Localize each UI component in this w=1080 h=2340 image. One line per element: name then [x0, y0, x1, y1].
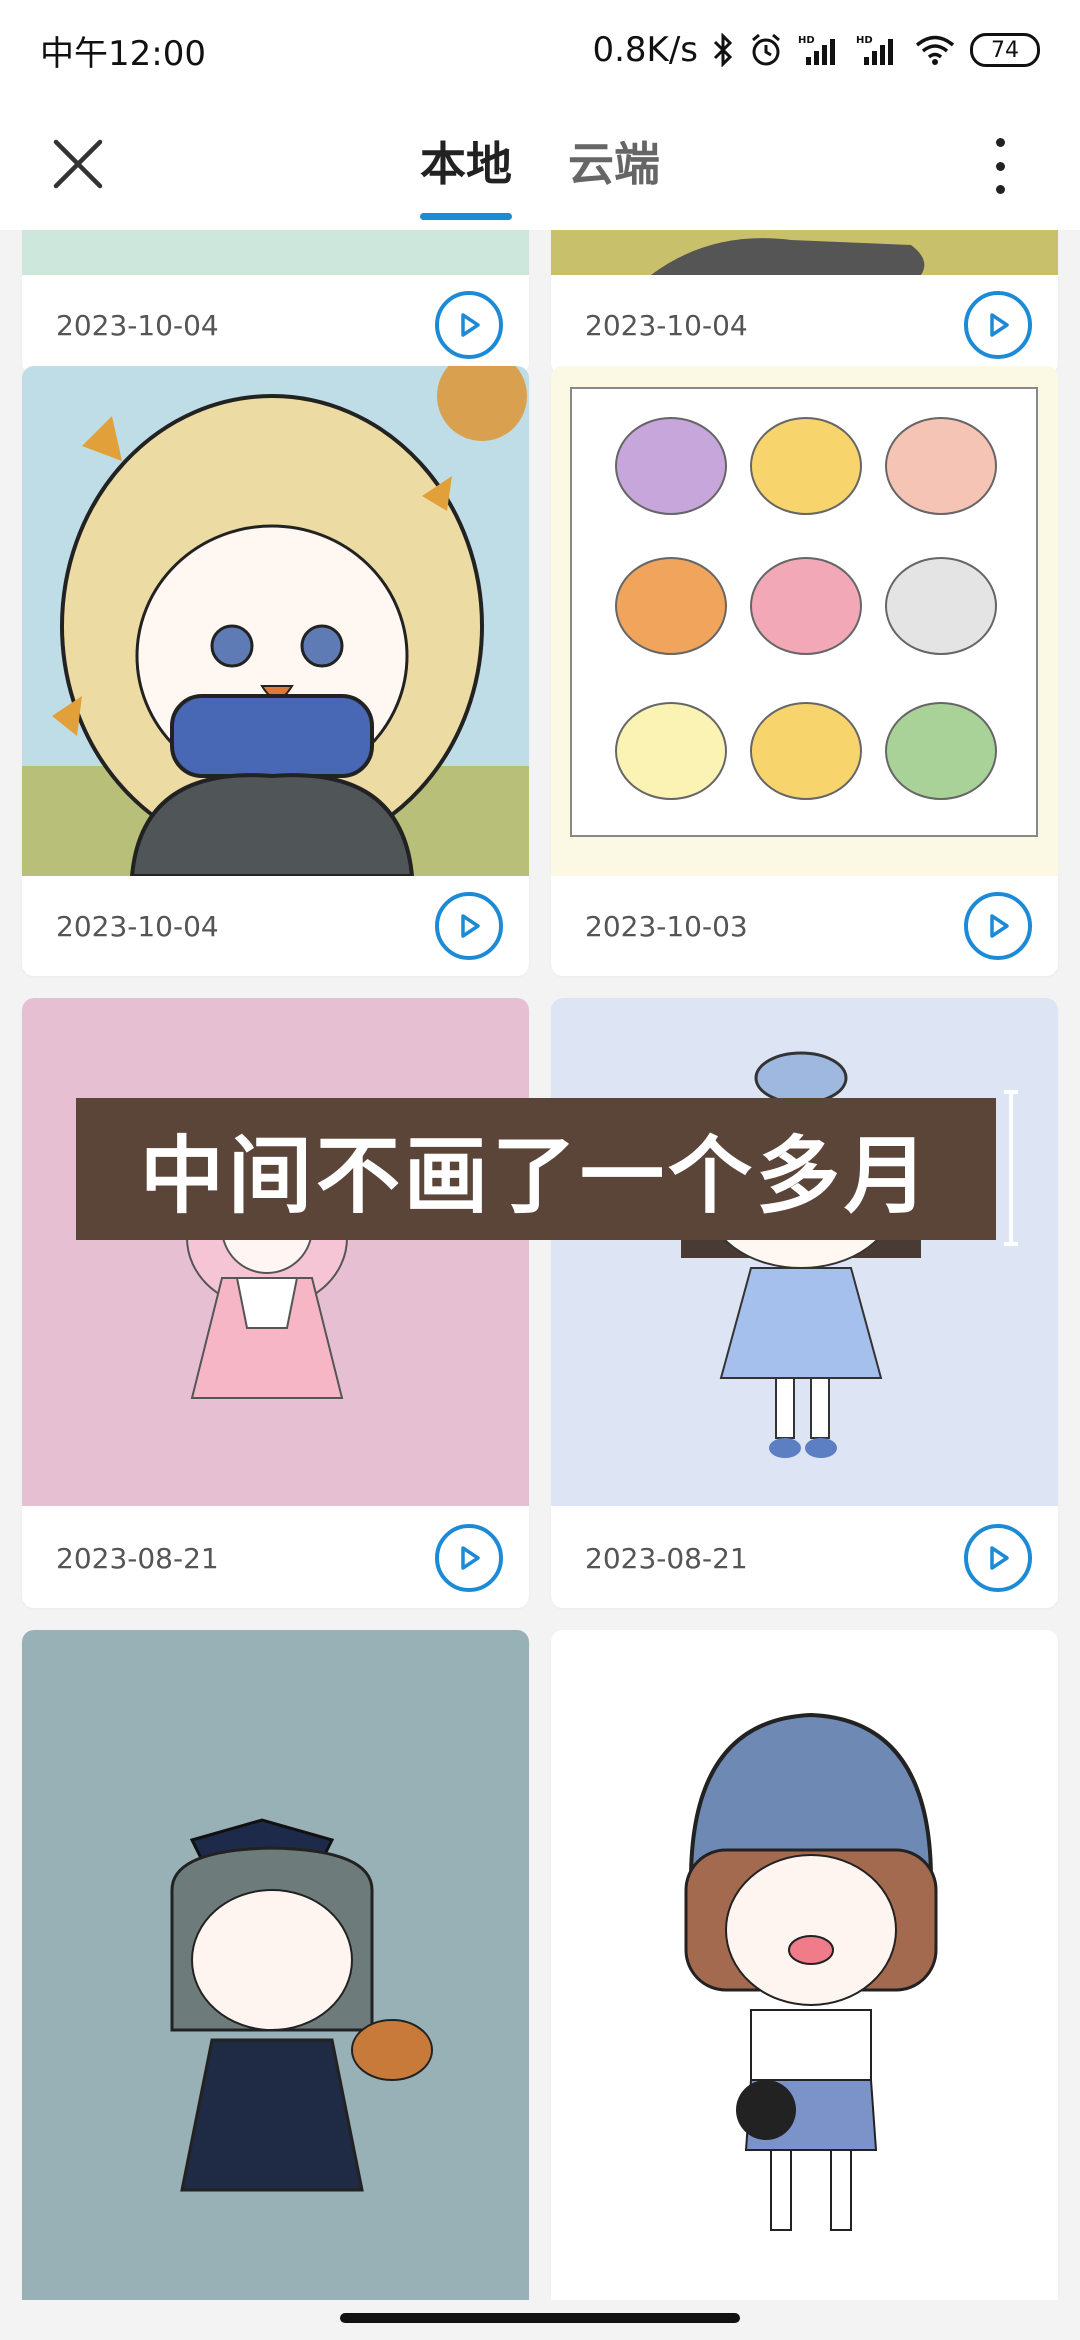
card-date: 2023-08-21: [56, 1541, 219, 1575]
network-speed: 0.8K/s: [592, 30, 698, 70]
signal-hd-icon: HD: [856, 33, 900, 67]
more-options-button[interactable]: [990, 138, 1010, 194]
top-app-bar: 本地 云端: [0, 100, 1080, 230]
play-icon: [990, 313, 1009, 337]
play-button[interactable]: [964, 892, 1032, 960]
gallery-card[interactable]: 2023-10-03: [551, 366, 1058, 976]
gallery-card[interactable]: 2023-08-21: [22, 998, 529, 1608]
card-footer: 2023-10-04: [22, 876, 529, 976]
tab-active-indicator: [420, 213, 512, 220]
play-icon: [990, 914, 1009, 938]
play-icon: [990, 1546, 1009, 1570]
tab-local[interactable]: 本地: [420, 128, 512, 220]
svg-text:HD: HD: [798, 35, 815, 46]
gallery-card[interactable]: 2023-10-04: [22, 230, 529, 375]
play-button[interactable]: [964, 291, 1032, 359]
drawing-thumbnail[interactable]: [22, 230, 529, 275]
drawing-thumbnail[interactable]: [551, 998, 1058, 1506]
status-time: 中午12:00: [40, 33, 206, 74]
play-button[interactable]: [964, 1524, 1032, 1592]
home-indicator[interactable]: [340, 2313, 740, 2323]
status-bar: 中午12:00 0.8K/s HD HD 74: [0, 0, 1080, 100]
drawing-thumbnail[interactable]: [551, 1630, 1058, 2300]
more-dot: [995, 161, 1005, 171]
gallery-card[interactable]: 2023-08-21: [551, 998, 1058, 1608]
svg-text:HD: HD: [856, 35, 873, 46]
card-footer: 2023-10-03: [551, 876, 1058, 976]
drawing-thumbnail[interactable]: [22, 1630, 529, 2300]
signal-hd-icon: HD: [798, 33, 842, 67]
card-footer: 2023-10-04: [22, 275, 529, 375]
play-icon: [461, 914, 480, 938]
gallery-card[interactable]: 2023-10-04: [22, 366, 529, 976]
text-cursor-icon: [1004, 1088, 1018, 1248]
battery-icon: 74: [970, 33, 1040, 67]
card-footer: 2023-10-04: [551, 275, 1058, 375]
drawing-thumbnail[interactable]: [551, 366, 1058, 876]
card-footer: 2023-08-21: [551, 1508, 1058, 1608]
gallery-card[interactable]: [22, 1630, 529, 2300]
play-button[interactable]: [435, 1524, 503, 1592]
tab-cloud-label: 云端: [568, 137, 660, 191]
play-button[interactable]: [435, 892, 503, 960]
tab-cloud[interactable]: 云端: [568, 128, 660, 218]
card-date: 2023-10-04: [56, 909, 219, 943]
alarm-icon: [748, 32, 784, 68]
tab-local-label: 本地: [420, 137, 512, 191]
overlay-caption: 中间不画了一个多月: [76, 1098, 996, 1240]
play-button[interactable]: [435, 291, 503, 359]
card-date: 2023-10-04: [585, 308, 748, 342]
gallery-card[interactable]: 2023-10-04: [551, 230, 1058, 375]
gallery-card[interactable]: [551, 1630, 1058, 2300]
drawing-thumbnail[interactable]: [22, 998, 529, 1506]
card-date: 2023-10-04: [56, 308, 219, 342]
drawing-thumbnail[interactable]: [551, 230, 1058, 275]
status-icons: 0.8K/s HD HD 74: [592, 30, 1040, 70]
drawing-thumbnail[interactable]: [22, 366, 529, 878]
play-icon: [461, 313, 480, 337]
card-footer: 2023-08-21: [22, 1508, 529, 1608]
card-date: 2023-08-21: [585, 1541, 748, 1575]
more-dot: [995, 138, 1005, 147]
drawing-grid: 2023-10-04 2023-10-04 2023-10-04 2023-10…: [0, 230, 1080, 2300]
play-icon: [461, 1546, 480, 1570]
tab-bar: 本地 云端: [0, 128, 1080, 220]
bluetooth-icon: [712, 33, 734, 67]
more-dot: [995, 185, 1005, 194]
wifi-icon: [914, 33, 956, 67]
card-date: 2023-10-03: [585, 909, 748, 943]
